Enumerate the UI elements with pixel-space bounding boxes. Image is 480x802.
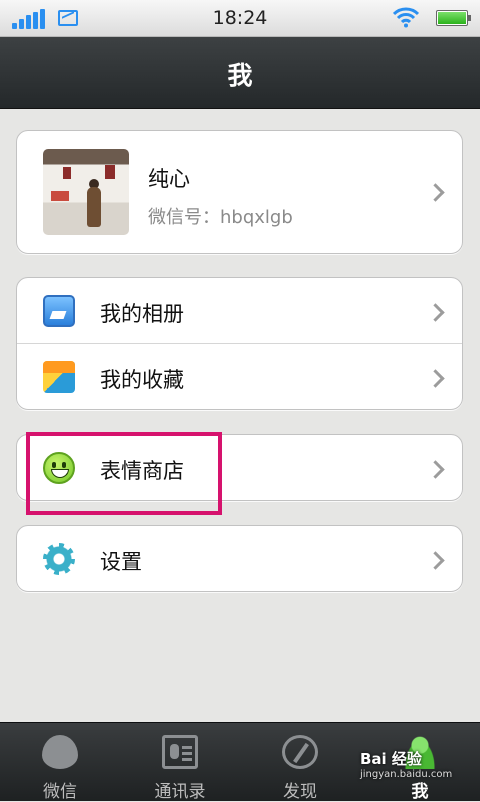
highlight-box [26,432,222,515]
gear-icon [43,543,75,575]
profile-card[interactable]: 纯心 微信号：hbqxlgb [16,130,463,254]
tab-label: 微信 [43,782,77,802]
menu-item-album[interactable]: 我的相册 [17,278,462,344]
wifi-icon [393,7,419,28]
tab-discover[interactable]: 发现 [240,723,360,802]
menu-item-label: 设置 [100,550,142,574]
watermark: Bai 经验 jingyan.baidu.com [360,748,452,780]
watermark-line1: Bai 经验 [360,750,422,768]
tab-chats[interactable]: 微信 [0,723,120,802]
profile-wechat-id: 微信号：hbqxlgb [148,207,293,228]
favorites-box-icon [43,361,75,393]
battery-icon [436,10,471,26]
chevron-right-icon [426,369,445,388]
menu-item-favorites[interactable]: 我的收藏 [17,344,462,410]
chevron-right-icon [426,183,445,202]
title-bar: 我 [0,37,480,109]
contacts-card-icon [162,735,198,769]
chevron-right-icon [426,551,445,570]
tab-contacts[interactable]: 通讯录 [120,723,240,802]
menu-item-label: 我的相册 [100,302,184,326]
tab-label: 通讯录 [154,782,206,802]
avatar [43,149,129,235]
menu-item-settings[interactable]: 设置 [16,525,463,592]
profile-name: 纯心 [148,167,190,191]
tab-label: 我 [411,782,429,802]
chat-bubble-icon [42,735,78,769]
page-title: 我 [227,61,253,90]
watermark-line2: jingyan.baidu.com [360,769,453,780]
menu-item-label: 我的收藏 [100,368,184,392]
chevron-right-icon [426,460,445,479]
status-bar: 18:24 [0,0,480,37]
chevron-right-icon [426,303,445,322]
tab-label: 发现 [283,782,317,802]
photo-album-icon [43,295,75,327]
compass-icon [282,735,318,769]
menu-group: 我的相册 我的收藏 [16,277,463,410]
